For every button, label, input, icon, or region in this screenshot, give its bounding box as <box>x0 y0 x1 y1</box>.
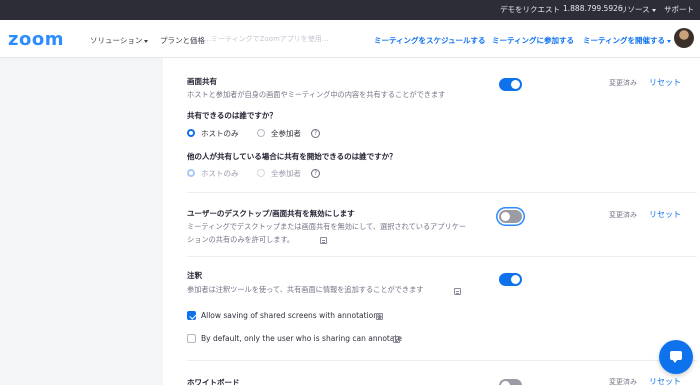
who-can-start-question: 他の人が共有している場合に共有を開始できるのは誰ですか？ <box>187 152 397 161</box>
chevron-down-icon <box>667 39 672 43</box>
screen-share-toggle[interactable] <box>499 78 522 91</box>
who-can-share-all-radio[interactable] <box>257 129 265 137</box>
screen-share-reset-link[interactable]: リセット <box>649 77 681 88</box>
support-link[interactable]: サポート <box>664 4 694 15</box>
avatar[interactable] <box>674 28 694 48</box>
who-can-share-question: 共有できるのは誰ですか？ <box>187 111 277 120</box>
info-icon[interactable] <box>454 288 461 295</box>
main-nav: zoom ソリューション プランと価格 …ミーティングでZoomアプリを使用… … <box>0 20 700 58</box>
who-can-start-all-label: 全参加者 <box>271 169 301 178</box>
chevron-down-icon <box>651 8 656 12</box>
divider <box>187 360 697 361</box>
screen-share-description: ホストと参加者が自身の画面やミーティング中の内容を共有することができます <box>187 90 446 99</box>
screen-share-changed-label: 変更済み <box>609 79 637 87</box>
demo-request-link[interactable]: デモをリクエスト <box>500 4 560 15</box>
resources-menu[interactable]: リソース <box>620 4 656 15</box>
utility-bar: デモをリクエスト 1.888.799.5926 リソース サポート <box>0 0 700 20</box>
who-can-start-host-label: ホストのみ <box>201 169 239 178</box>
schedule-meeting-link[interactable]: ミーティングをスケジュールする <box>374 35 486 46</box>
help-icon[interactable]: ? <box>311 129 320 138</box>
host-meeting-menu[interactable]: ミーティングを開催する <box>583 35 672 46</box>
resources-label: リソース <box>620 5 650 14</box>
annotation-description: 参加者は注釈ツールを使って、共有画面に情報を追加することができます <box>187 285 424 294</box>
chevron-down-icon <box>144 39 149 43</box>
whiteboard-title: ホワイトボード <box>187 378 240 385</box>
annotation-title: 注釈 <box>187 271 202 280</box>
chat-bubble-icon[interactable] <box>659 340 693 374</box>
info-icon[interactable] <box>393 336 400 343</box>
zoom-logo[interactable]: zoom <box>8 29 64 50</box>
disable-desktop-share-title: ユーザーのデスクトップ/画面共有を無効にします <box>187 209 355 218</box>
faded-background-text: …ミーティングでZoomアプリを使用… <box>204 35 329 43</box>
screen-share-title: 画面共有 <box>187 77 217 86</box>
divider <box>187 192 697 193</box>
phone-number-link[interactable]: 1.888.799.5926 <box>563 4 623 13</box>
disable-desktop-share-reset-link[interactable]: リセット <box>649 209 681 220</box>
who-can-share-host-label: ホストのみ <box>201 129 239 138</box>
solutions-menu[interactable]: ソリューション <box>90 35 149 46</box>
solutions-label: ソリューション <box>90 36 143 45</box>
divider <box>187 256 697 257</box>
disable-desktop-share-toggle[interactable] <box>499 210 522 223</box>
info-icon[interactable] <box>320 237 327 244</box>
host-meeting-label: ミーティングを開催する <box>583 36 666 45</box>
whiteboard-toggle[interactable] <box>499 379 522 385</box>
settings-panel: 画面共有 ホストと参加者が自身の画面やミーティング中の内容を共有することができま… <box>163 58 700 385</box>
who-can-share-host-radio[interactable] <box>187 129 195 137</box>
disable-desktop-share-description-2: ションの共有のみを許可します。 <box>187 235 295 244</box>
only-sharer-annotates-checkbox[interactable] <box>187 334 196 343</box>
annotation-toggle[interactable] <box>499 273 522 286</box>
help-icon[interactable]: ? <box>311 169 320 178</box>
whiteboard-reset-link[interactable]: リセット <box>649 376 681 385</box>
who-can-share-all-label: 全参加者 <box>271 129 301 138</box>
join-meeting-link[interactable]: ミーティングに参加する <box>492 35 574 46</box>
plans-pricing-link[interactable]: プランと価格 <box>160 35 205 46</box>
allow-saving-annotations-checkbox[interactable] <box>187 311 196 320</box>
only-sharer-annotates-label: By default, only the user who is sharing… <box>201 334 403 343</box>
disable-desktop-share-changed-label: 変更済み <box>609 211 637 219</box>
allow-saving-annotations-label: Allow saving of shared screens with anno… <box>201 311 382 320</box>
who-can-start-host-radio[interactable] <box>187 169 195 177</box>
whiteboard-changed-label: 変更済み <box>609 378 637 385</box>
who-can-start-all-radio[interactable] <box>257 169 265 177</box>
info-icon[interactable] <box>376 313 383 320</box>
disable-desktop-share-description-1: ミーティングでデスクトップまたは画面共有を無効にして、選択されているアプリケー <box>187 222 467 231</box>
